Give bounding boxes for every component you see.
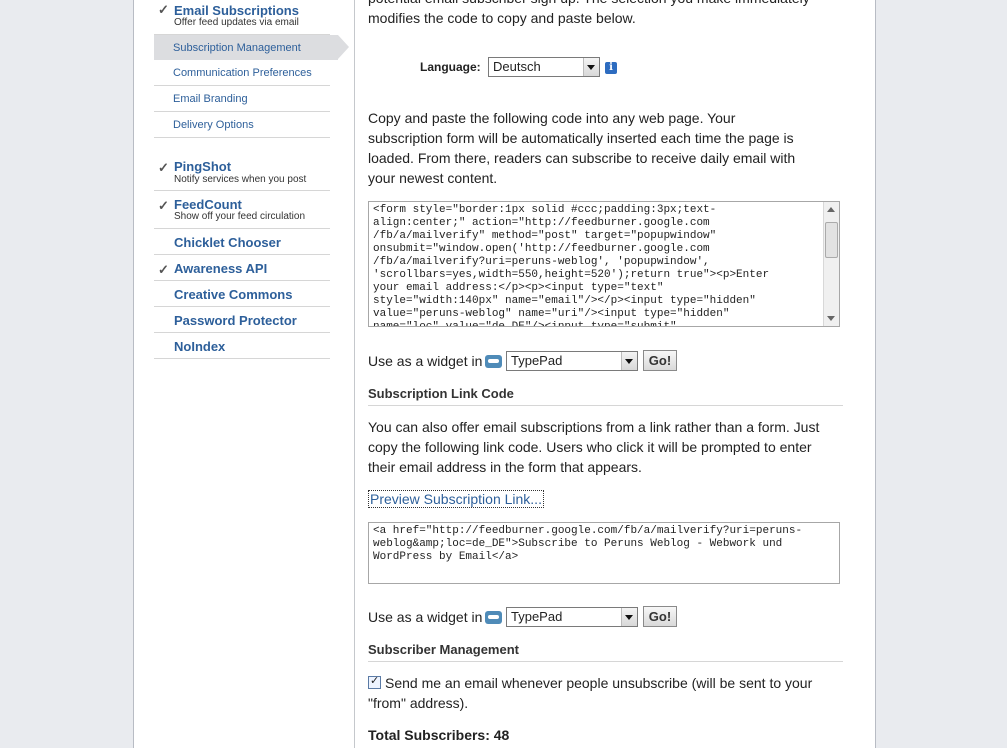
scroll-up-icon[interactable] <box>827 207 835 212</box>
sidebar-item-label[interactable]: Chicklet Chooser <box>174 235 281 250</box>
check-icon: ✓ <box>158 262 169 277</box>
sidebar-subitem-label[interactable]: Communication Preferences <box>173 67 312 79</box>
link-code-textarea[interactable]: <a href="http://feedburner.google.com/fb… <box>368 522 840 584</box>
go-button[interactable]: Go! <box>643 350 677 371</box>
sidebar-item-password-protector[interactable]: Password Protector <box>154 312 330 333</box>
intro-text-line2: modifies the code to copy and paste belo… <box>368 10 636 26</box>
language-select-value: Deutsch <box>493 59 541 74</box>
sidebar-item-email-subscriptions[interactable]: ✓ Email Subscriptions Offer feed updates… <box>154 0 330 35</box>
sidebar-item-creative-commons[interactable]: Creative Commons <box>154 286 330 307</box>
sidebar-item-label[interactable]: Creative Commons <box>174 287 292 302</box>
sidebar-item-description: Notify services when you post <box>174 174 307 185</box>
language-select[interactable]: Deutsch <box>488 57 600 77</box>
content-divider <box>354 0 355 748</box>
widget-select-value: TypePad <box>511 609 563 624</box>
sidebar-subitem-subscription-management[interactable]: Subscription Management <box>154 35 349 60</box>
sidebar-subitem-delivery-options[interactable]: Delivery Options <box>154 112 330 138</box>
intro-text-line1: potential email subscriber sign up. The … <box>368 0 848 8</box>
sidebar-item-awareness-api[interactable]: ✓ Awareness API <box>154 260 330 281</box>
check-icon: ✓ <box>158 198 169 213</box>
subscription-link-code-heading: Subscription Link Code <box>368 386 843 406</box>
link-instructions: You can also offer email subscriptions f… <box>368 419 820 475</box>
sidebar-item-label[interactable]: Awareness API <box>174 261 267 276</box>
info-icon[interactable]: i <box>605 62 617 74</box>
sidebar-subitem-label[interactable]: Delivery Options <box>173 119 254 131</box>
chevron-down-icon[interactable] <box>583 58 599 76</box>
sidebar-item-noindex[interactable]: NoIndex <box>154 338 330 359</box>
scroll-thumb[interactable] <box>825 222 838 258</box>
sidebar-subitem-label[interactable]: Subscription Management <box>173 42 301 54</box>
typepad-icon <box>485 355 502 368</box>
widget-label: Use as a widget in <box>368 353 483 369</box>
sidebar-item-pingshot[interactable]: ✓ PingShot Notify services when you post <box>154 158 330 191</box>
sidebar-item-label[interactable]: FeedCount <box>174 197 242 212</box>
sidebar-item-feedcount[interactable]: ✓ FeedCount Show off your feed circulati… <box>154 196 330 229</box>
total-subscribers: Total Subscribers: 48 <box>368 727 510 743</box>
sidebar-item-description: Offer feed updates via email <box>174 17 299 28</box>
scroll-down-icon[interactable] <box>827 316 835 321</box>
language-label: Language: <box>420 60 481 74</box>
link-code-text[interactable]: <a href="http://feedburner.google.com/fb… <box>369 523 839 566</box>
copy-instructions: Copy and paste the following code into a… <box>368 110 796 186</box>
sidebar-item-description: Show off your feed circulation <box>174 211 306 222</box>
widget-label-2: Use as a widget in <box>368 609 483 625</box>
check-icon: ✓ <box>158 160 169 175</box>
chevron-down-icon[interactable] <box>621 352 637 370</box>
form-code-text[interactable]: <form style="border:1px solid #ccc;paddi… <box>369 202 839 326</box>
page-panel: ✓ Email Subscriptions Offer feed updates… <box>133 0 876 748</box>
sidebar-item-chicklet-chooser[interactable]: Chicklet Chooser <box>154 234 330 255</box>
widget-select-2[interactable]: TypePad <box>506 607 638 627</box>
chevron-down-icon[interactable] <box>621 608 637 626</box>
widget-select[interactable]: TypePad <box>506 351 638 371</box>
sidebar-item-label[interactable]: Email Subscriptions <box>174 3 299 18</box>
unsubscribe-notify-label: Send me an email whenever people unsubsc… <box>368 675 813 711</box>
form-code-textarea[interactable]: <form style="border:1px solid #ccc;paddi… <box>368 201 840 327</box>
go-button-2[interactable]: Go! <box>643 606 677 627</box>
preview-subscription-link[interactable]: Preview Subscription Link... <box>368 490 544 508</box>
code-scrollbar[interactable] <box>823 202 839 326</box>
typepad-icon <box>485 611 502 624</box>
active-arrow-icon <box>338 35 349 59</box>
sidebar-item-label[interactable]: PingShot <box>174 159 231 174</box>
sidebar-subitem-label[interactable]: Email Branding <box>173 93 248 105</box>
widget-select-value: TypePad <box>511 353 563 368</box>
sidebar-item-label[interactable]: NoIndex <box>174 339 225 354</box>
subscriber-management-heading: Subscriber Management <box>368 642 843 662</box>
check-icon: ✓ <box>158 2 169 17</box>
sidebar-subitem-email-branding[interactable]: Email Branding <box>154 86 330 112</box>
sidebar-subitem-communication-preferences[interactable]: Communication Preferences <box>154 60 330 86</box>
sidebar-item-label[interactable]: Password Protector <box>174 313 297 328</box>
